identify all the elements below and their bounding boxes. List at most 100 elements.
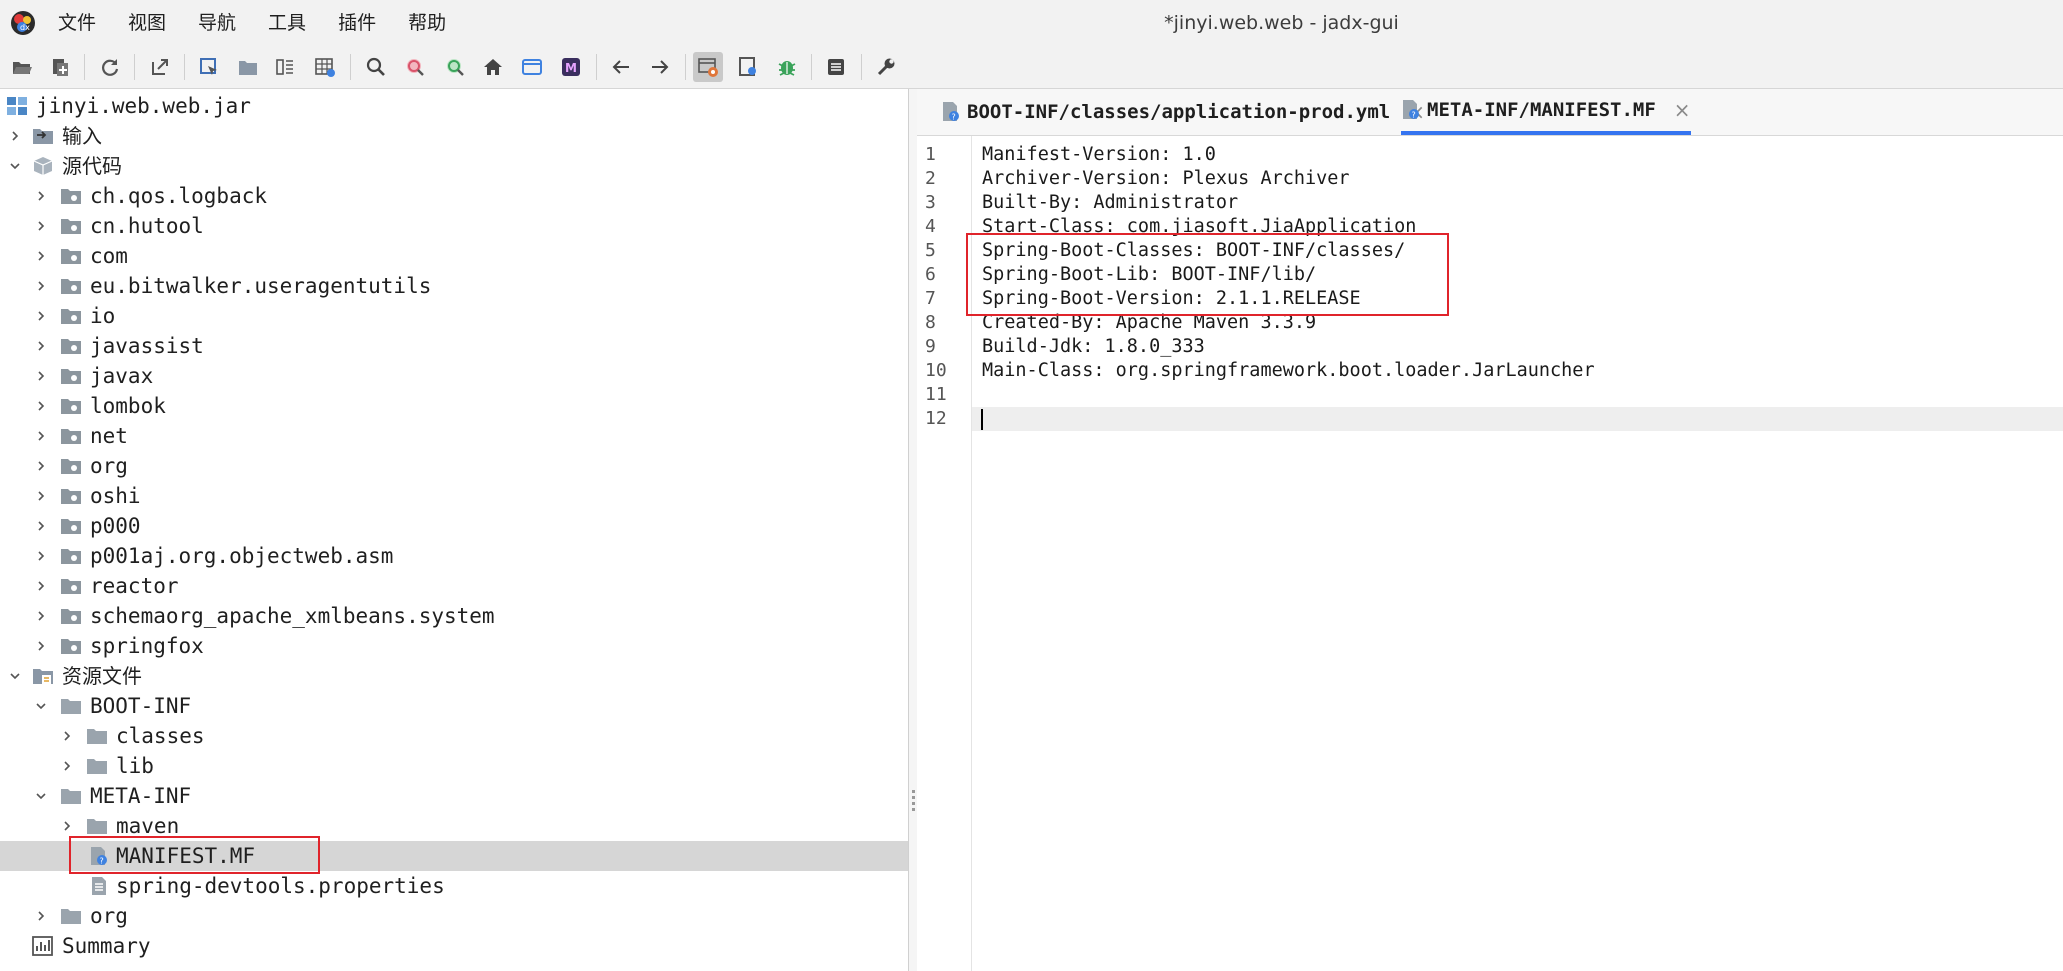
tree-node-devtools[interactable]: spring-devtools.properties — [0, 871, 908, 901]
quick-tab-icon[interactable] — [733, 52, 763, 82]
debug-icon[interactable] — [772, 52, 802, 82]
reload-icon[interactable] — [95, 52, 125, 82]
split-view-icon[interactable] — [270, 52, 300, 82]
menu-file[interactable]: 文件 — [58, 0, 96, 46]
mapping-icon[interactable]: M — [556, 52, 586, 82]
tree-node-package[interactable]: p001aj.org.objectweb.asm — [0, 541, 908, 571]
sync-tree-icon[interactable] — [194, 52, 224, 82]
home-icon[interactable] — [478, 52, 508, 82]
code-line[interactable]: Start-Class: com.jiasoft.JiaApplication — [982, 215, 1416, 239]
export-icon[interactable] — [145, 52, 175, 82]
tree-node-package[interactable]: org — [0, 451, 908, 481]
chevron-right-icon[interactable] — [32, 541, 50, 571]
chevron-right-icon[interactable] — [32, 241, 50, 271]
chevron-right-icon[interactable] — [32, 181, 50, 211]
chevron-down-icon[interactable] — [32, 691, 50, 721]
chevron-right-icon[interactable] — [32, 451, 50, 481]
tree-node-package[interactable]: cn.hutool — [0, 211, 908, 241]
add-files-icon[interactable] — [45, 52, 75, 82]
chevron-right-icon[interactable] — [32, 331, 50, 361]
code-line[interactable]: Build-Jdk: 1.8.0_333 — [982, 335, 1205, 359]
splitter-grip[interactable] — [912, 790, 915, 814]
jadx-logo-icon: dx — [11, 11, 35, 35]
tree-node-resources[interactable]: 资源文件 — [0, 661, 908, 691]
tree-node-package[interactable]: springfox — [0, 631, 908, 661]
tree-node-package[interactable]: reactor — [0, 571, 908, 601]
chevron-right-icon[interactable] — [32, 481, 50, 511]
tree-node-package[interactable]: net — [0, 421, 908, 451]
code-line[interactable]: Manifest-Version: 1.0 — [982, 143, 1216, 167]
menu-navigation[interactable]: 导航 — [198, 0, 236, 46]
preferences-icon[interactable] — [871, 52, 901, 82]
menu-tools[interactable]: 工具 — [268, 0, 306, 46]
flatten-packages-icon[interactable] — [233, 52, 263, 82]
search-icon[interactable] — [361, 52, 391, 82]
code-line[interactable]: Spring-Boot-Version: 2.1.1.RELEASE — [982, 287, 1361, 311]
tree-node-package[interactable]: ch.qos.logback — [0, 181, 908, 211]
code-line[interactable]: Created-By: Apache Maven 3.3.9 — [982, 311, 1316, 335]
chevron-right-icon[interactable] — [32, 391, 50, 421]
forward-icon[interactable] — [645, 52, 675, 82]
tree-node-package[interactable]: io — [0, 301, 908, 331]
tree-root[interactable]: jinyi.web.web.jar — [0, 91, 908, 121]
chevron-right-icon[interactable] — [32, 901, 50, 931]
toolbar-separator — [134, 54, 135, 80]
chevron-right-icon[interactable] — [32, 421, 50, 451]
chevron-down-icon[interactable] — [6, 151, 24, 181]
chevron-right-icon[interactable] — [32, 571, 50, 601]
chevron-right-icon[interactable] — [32, 361, 50, 391]
tree-node-summary[interactable]: Summary — [0, 931, 908, 961]
menu-view[interactable]: 视图 — [128, 0, 166, 46]
tree-node-package[interactable]: javax — [0, 361, 908, 391]
deobfuscation-icon[interactable] — [693, 52, 723, 82]
code-line[interactable]: Spring-Boot-Lib: BOOT-INF/lib/ — [982, 263, 1316, 287]
tree-node-package[interactable]: oshi — [0, 481, 908, 511]
tree-node-input[interactable]: 输入 — [0, 121, 908, 151]
tree-node-package[interactable]: javassist — [0, 331, 908, 361]
tree-node-manifest[interactable]: ? MANIFEST.MF — [0, 841, 908, 871]
open-file-icon[interactable] — [7, 52, 37, 82]
tree-node-package[interactable]: lombok — [0, 391, 908, 421]
tree-node-package[interactable]: eu.bitwalker.useragentutils — [0, 271, 908, 301]
tree-node-maven[interactable]: maven — [0, 811, 908, 841]
tree-node-package[interactable]: p000 — [0, 511, 908, 541]
chevron-right-icon[interactable] — [58, 721, 76, 751]
close-icon[interactable]: × — [1674, 98, 1691, 122]
window-icon[interactable] — [517, 52, 547, 82]
tree-node-meta-inf[interactable]: META-INF — [0, 781, 908, 811]
menu-plugins[interactable]: 插件 — [338, 0, 376, 46]
chevron-right-icon[interactable] — [6, 121, 24, 151]
tab-manifest-mf[interactable]: ? META-INF/MANIFEST.MF × — [1401, 89, 1691, 135]
chevron-right-icon[interactable] — [32, 511, 50, 541]
tree-node-source[interactable]: 源代码 — [0, 151, 908, 181]
chevron-right-icon[interactable] — [58, 811, 76, 841]
chevron-right-icon[interactable] — [32, 601, 50, 631]
tree-label: classes — [116, 724, 205, 748]
code-line[interactable]: Built-By: Administrator — [982, 191, 1238, 215]
table-icon[interactable] — [310, 52, 340, 82]
tree-node-lib[interactable]: lib — [0, 751, 908, 781]
chevron-down-icon[interactable] — [32, 781, 50, 811]
back-icon[interactable] — [606, 52, 636, 82]
tree-node-boot-inf[interactable]: BOOT-INF — [0, 691, 908, 721]
tree-node-classes[interactable]: classes — [0, 721, 908, 751]
chevron-right-icon[interactable] — [32, 631, 50, 661]
chevron-right-icon[interactable] — [32, 211, 50, 241]
find-usage-icon[interactable] — [440, 52, 470, 82]
chevron-right-icon[interactable] — [32, 301, 50, 331]
package-icon — [61, 249, 81, 264]
tree-node-org-resource[interactable]: org — [0, 901, 908, 931]
code-line[interactable]: Main-Class: org.springframework.boot.loa… — [982, 359, 1595, 383]
code-line[interactable]: Archiver-Version: Plexus Archiver — [982, 167, 1350, 191]
find-class-icon[interactable] — [400, 52, 430, 82]
tree-node-package[interactable]: com — [0, 241, 908, 271]
splitter[interactable] — [909, 89, 917, 971]
log-icon[interactable] — [821, 52, 851, 82]
chevron-right-icon[interactable] — [58, 751, 76, 781]
chevron-right-icon[interactable] — [32, 271, 50, 301]
chevron-down-icon[interactable] — [6, 661, 24, 691]
code-line[interactable]: Spring-Boot-Classes: BOOT-INF/classes/ — [982, 239, 1405, 263]
menu-help[interactable]: 帮助 — [408, 0, 446, 46]
tab-application-prod-yml[interactable]: ? BOOT-INF/classes/application-prod.yml … — [941, 89, 1425, 135]
tree-node-package[interactable]: schemaorg_apache_xmlbeans.system — [0, 601, 908, 631]
